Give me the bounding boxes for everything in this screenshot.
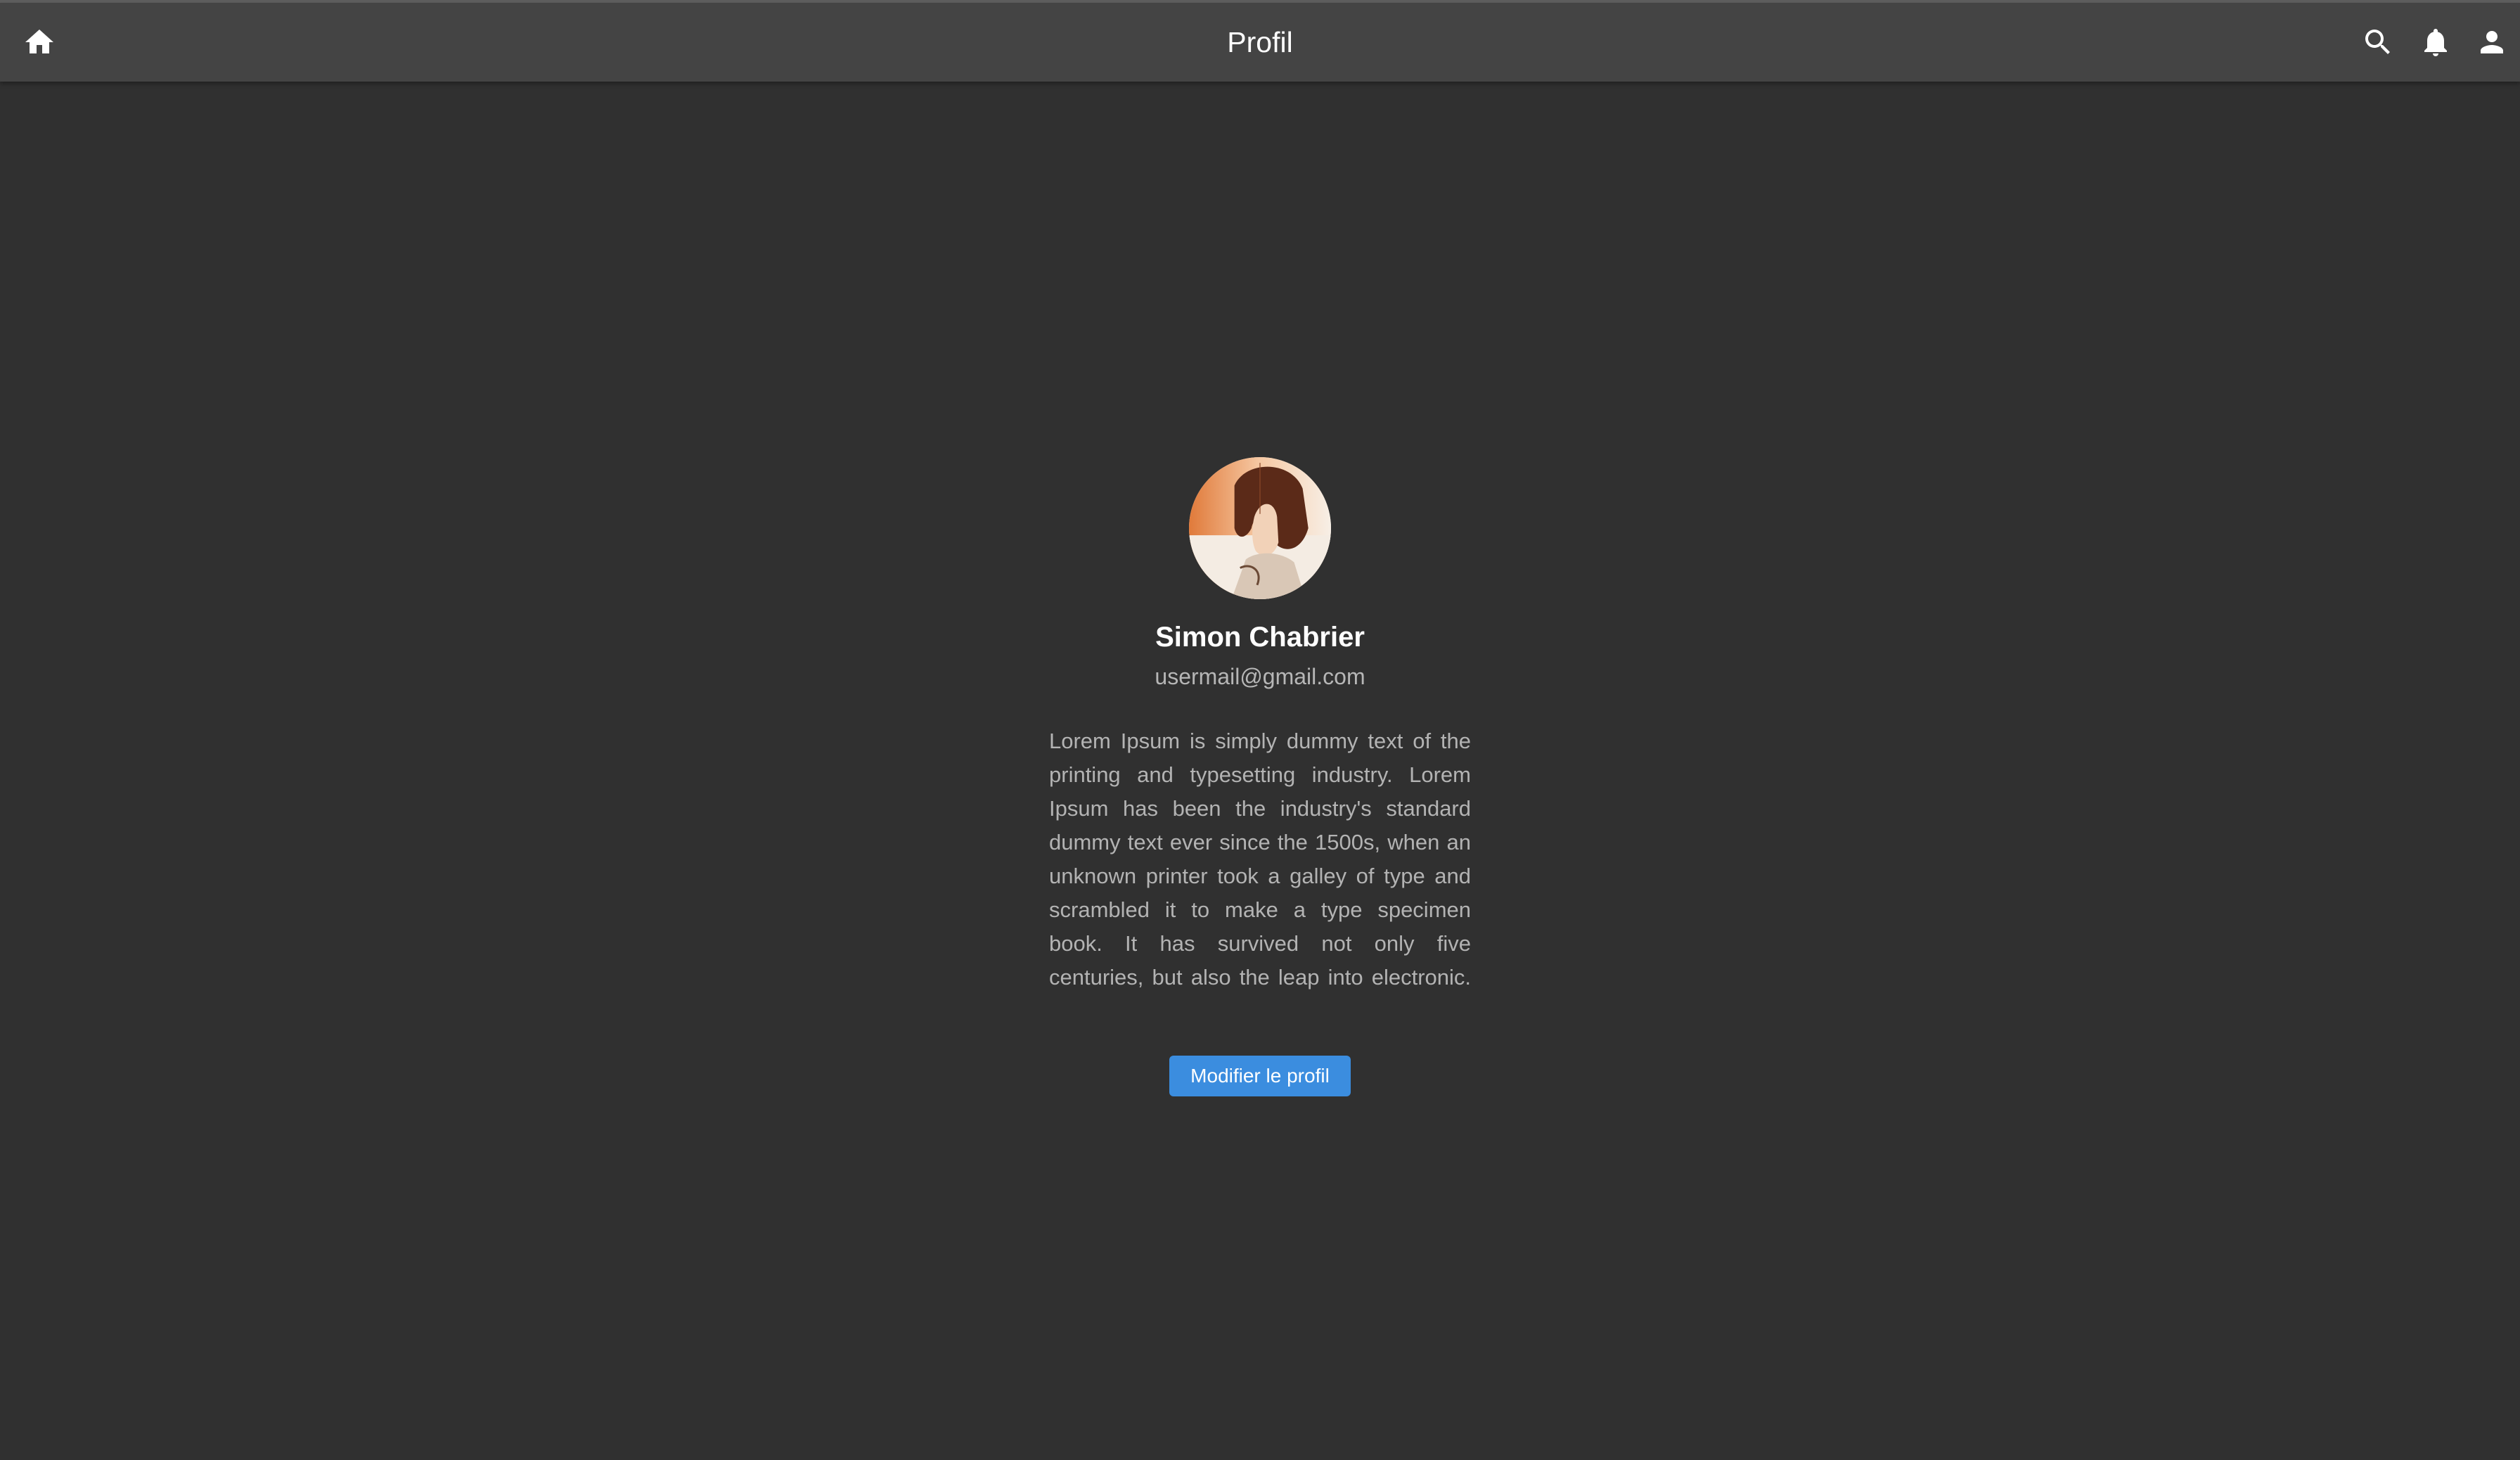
home-icon (25, 30, 53, 53)
search-button[interactable] (2355, 20, 2400, 65)
bell-icon (2424, 29, 2447, 56)
avatar-image (1189, 457, 1331, 599)
profile-card: Simon Chabrier usermail@gmail.com Lorem … (1049, 457, 1471, 1096)
page-title: Profil (1227, 26, 1293, 58)
app-bar: Profil (0, 3, 2520, 82)
notifications-button[interactable] (2413, 20, 2458, 65)
profile-bio: Lorem Ipsum is simply dummy text of the … (1049, 729, 1471, 990)
search-icon (2365, 30, 2390, 54)
edit-profile-button[interactable]: Modifier le profil (1169, 1056, 1351, 1096)
account-button[interactable] (2469, 20, 2514, 65)
avatar (1189, 457, 1331, 599)
profile-email: usermail@gmail.com (1155, 664, 1365, 689)
person-icon (2481, 31, 2503, 53)
profile-name: Simon Chabrier (1155, 622, 1365, 653)
home-button[interactable] (17, 20, 62, 65)
